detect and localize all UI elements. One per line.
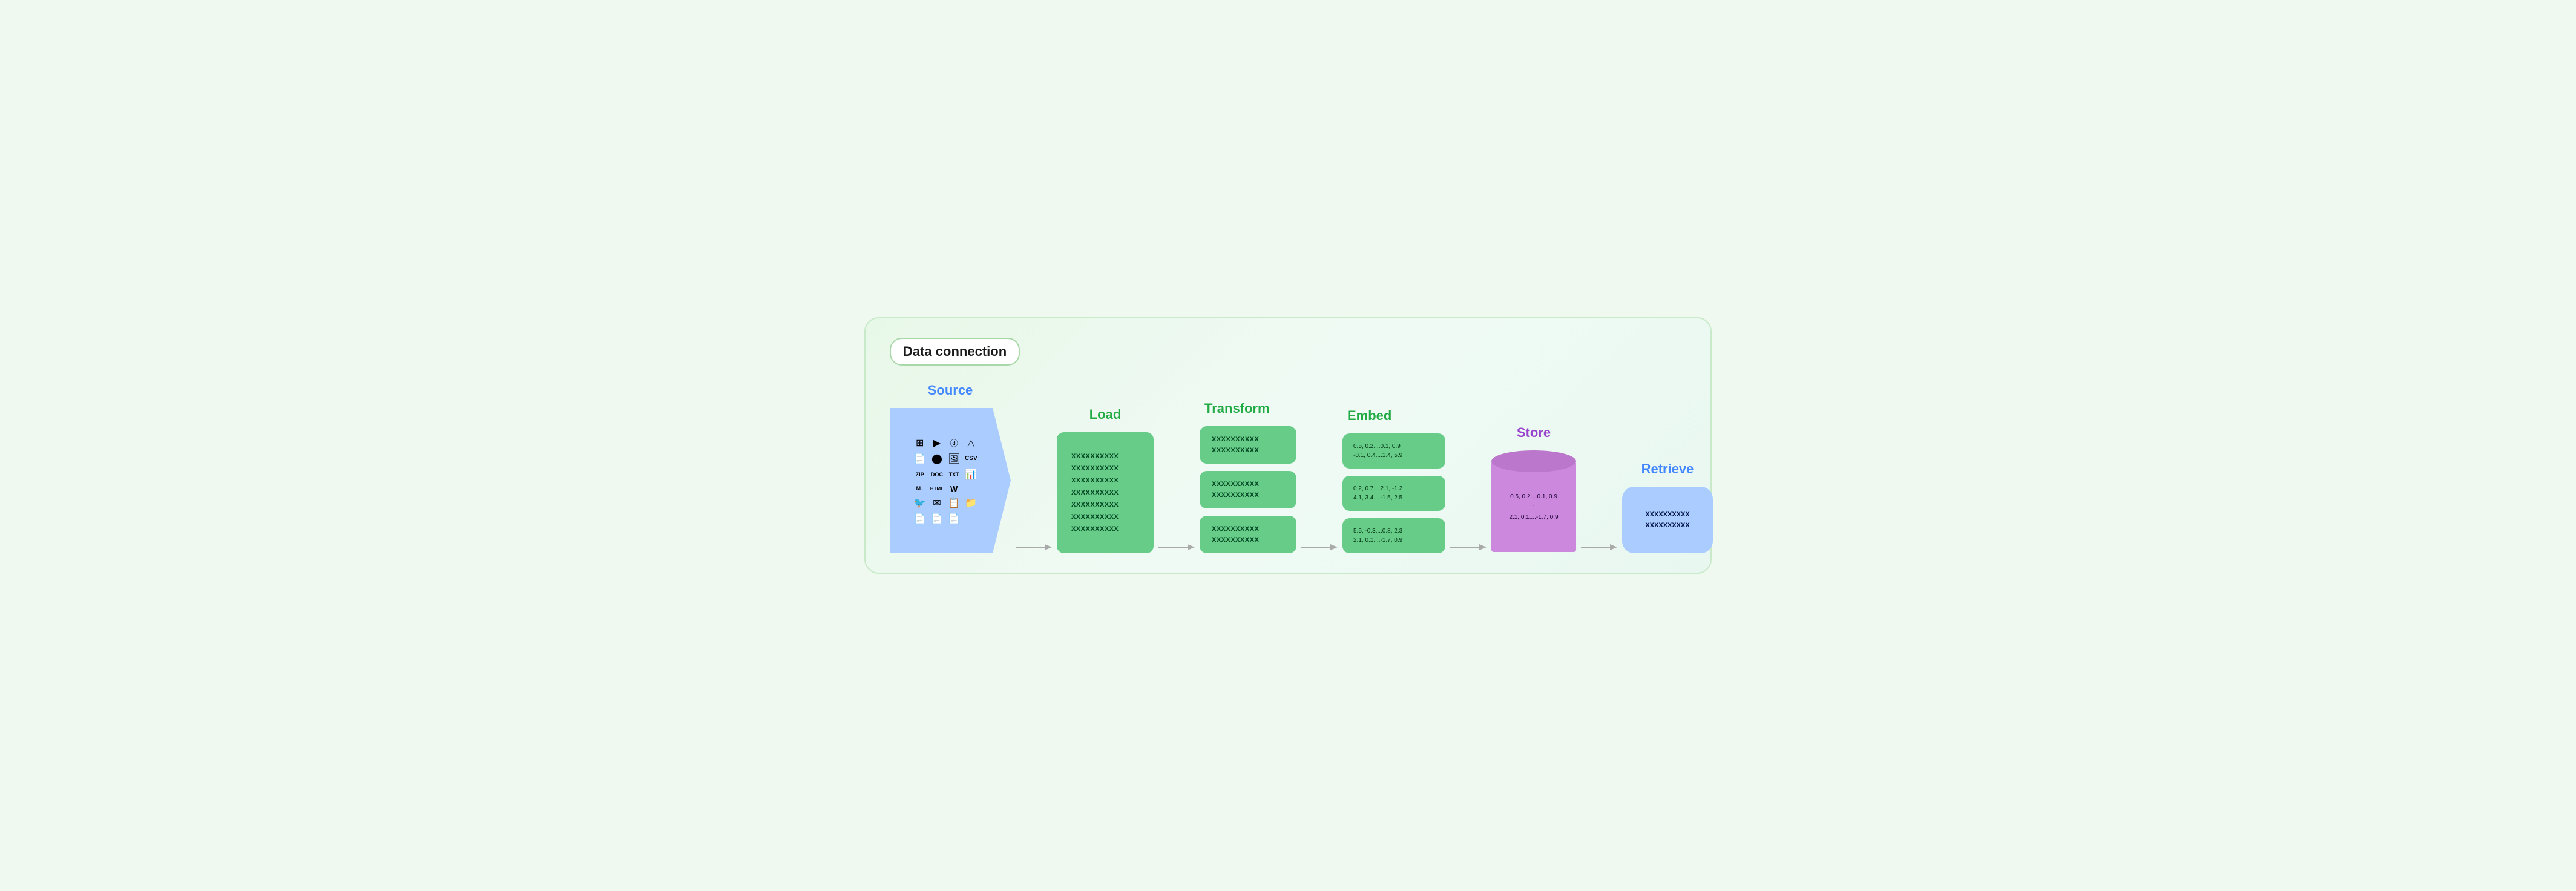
transform-box-2: XXXXXXXXXX XXXXXXXXXX — [1200, 471, 1296, 508]
load-line-1: XXXXXXXXXX — [1071, 453, 1139, 460]
t3-line1: XXXXXXXXXX — [1212, 525, 1284, 533]
icon-empty — [964, 484, 978, 493]
e1-line1: 0.5, 0.2....0.1, 0.9 — [1353, 443, 1434, 450]
transform-label: Transform — [1204, 401, 1270, 416]
icon-txt: TXT — [947, 469, 961, 481]
icon-twitter: 🐦 — [913, 497, 927, 509]
arrow-1 — [1011, 541, 1057, 553]
transform-box-3: XXXXXXXXXX XXXXXXXXXX — [1200, 516, 1296, 553]
source-icons: ⊞ ▶ ⓓ △ 📄 ⬤ 🖼 CSV ZIP DOC TXT 📊 — [913, 437, 978, 525]
store-stage: Store 0.5, 0.2....0.1, 0.9 : 2.1, 0.1...… — [1491, 425, 1576, 553]
icon-grid: ⊞ — [913, 437, 927, 449]
icon-html: HTML — [930, 484, 944, 493]
icon-doc3: 📄 — [913, 513, 927, 525]
load-line-2: XXXXXXXXXX — [1071, 465, 1139, 472]
embed-box-3: 5.5, -0.3....0.8, 2.3 2.1, 0.1....-1.7, … — [1342, 518, 1445, 553]
title-badge: Data connection — [890, 338, 1020, 366]
embed-label: Embed — [1347, 408, 1392, 424]
cylinder-body: 0.5, 0.2....0.1, 0.9 : 2.1, 0.1....-1.7,… — [1491, 461, 1576, 552]
embed-box-1: 0.5, 0.2....0.1, 0.9 -0.1, 0.4....1.4, 5… — [1342, 433, 1445, 469]
store-line2: 2.1, 0.1....-1.7, 0.9 — [1509, 514, 1558, 521]
load-line-7: XXXXXXXXXX — [1071, 525, 1139, 533]
icon-wiki: W — [947, 484, 961, 493]
retrieve-stage: Retrieve XXXXXXXXXX XXXXXXXXXX — [1622, 461, 1713, 553]
icon-csv: CSV — [964, 453, 978, 465]
arrow-5 — [1576, 541, 1622, 553]
t1-line1: XXXXXXXXXX — [1212, 436, 1284, 443]
t1-line2: XXXXXXXXXX — [1212, 447, 1284, 454]
load-line-5: XXXXXXXXXX — [1071, 501, 1139, 508]
e2-line1: 0.2, 0.7....2.1, -1.2 — [1353, 485, 1434, 492]
e1-line2: -0.1, 0.4....1.4, 5.9 — [1353, 452, 1434, 459]
transform-stage: Transform XXXXXXXXXX XXXXXXXXXX XXXXXXXX… — [1200, 401, 1296, 553]
embed-col: 0.5, 0.2....0.1, 0.9 -0.1, 0.4....1.4, 5… — [1342, 433, 1445, 553]
store-colon: : — [1533, 504, 1535, 510]
transform-col: XXXXXXXXXX XXXXXXXXXX XXXXXXXXXX XXXXXXX… — [1200, 426, 1296, 553]
icon-discord: ⓓ — [947, 437, 961, 449]
icon-zip: ZIP — [913, 469, 927, 481]
source-stage: Source ⊞ ▶ ⓓ △ 📄 ⬤ 🖼 CSV ZIP — [890, 383, 1011, 553]
arrow-3 — [1296, 541, 1342, 553]
e2-line2: 4.1, 3.4....-1.5, 2.5 — [1353, 495, 1434, 501]
r-line2: XXXXXXXXXX — [1645, 522, 1689, 529]
icon-ppt: 📊 — [964, 469, 978, 481]
icon-image: 🖼 — [947, 453, 961, 465]
retrieve-shape: XXXXXXXXXX XXXXXXXXXX — [1622, 487, 1713, 553]
icon-notion: 📋 — [947, 497, 961, 509]
store-label: Store — [1517, 425, 1551, 441]
load-line-3: XXXXXXXXXX — [1071, 477, 1139, 484]
arrow-4 — [1445, 541, 1491, 553]
store-cylinder: 0.5, 0.2....0.1, 0.9 : 2.1, 0.1....-1.7,… — [1491, 450, 1576, 553]
t2-line1: XXXXXXXXXX — [1212, 481, 1284, 488]
source-shape: ⊞ ▶ ⓓ △ 📄 ⬤ 🖼 CSV ZIP DOC TXT 📊 — [890, 408, 1011, 553]
icon-doc: 📄 — [913, 453, 927, 465]
load-stage: Load XXXXXXXXXX XXXXXXXXXX XXXXXXXXXX XX… — [1057, 407, 1154, 553]
load-box: XXXXXXXXXX XXXXXXXXXX XXXXXXXXXX XXXXXXX… — [1057, 432, 1154, 553]
icon-doc5: 📄 — [947, 513, 961, 525]
arrow-2 — [1154, 541, 1200, 553]
icon-doc4: 📄 — [930, 513, 944, 525]
icon-empty2 — [964, 513, 978, 525]
source-label: Source — [928, 383, 973, 398]
store-line1: 0.5, 0.2....0.1, 0.9 — [1510, 493, 1557, 500]
embed-box-2: 0.2, 0.7....2.1, -1.2 4.1, 3.4....-1.5, … — [1342, 476, 1445, 511]
t2-line2: XXXXXXXXXX — [1212, 492, 1284, 499]
embed-stage: Embed 0.5, 0.2....0.1, 0.9 -0.1, 0.4....… — [1342, 408, 1445, 553]
diagram-title: Data connection — [903, 344, 1007, 359]
icon-folder: 📁 — [964, 497, 978, 509]
diagram-container: Data connection Source ⊞ ▶ ⓓ △ 📄 ⬤ — [864, 317, 1712, 574]
icon-video: ▶ — [930, 437, 944, 449]
e3-line2: 2.1, 0.1....-1.7, 0.9 — [1353, 537, 1434, 544]
icon-md: M↓ — [913, 484, 927, 493]
e3-line1: 5.5, -0.3....0.8, 2.3 — [1353, 528, 1434, 534]
icon-triangle: △ — [964, 437, 978, 449]
retrieve-label: Retrieve — [1641, 461, 1694, 477]
load-line-4: XXXXXXXXXX — [1071, 489, 1139, 496]
icon-github: ⬤ — [930, 453, 944, 465]
icon-doc2: DOC — [930, 469, 944, 481]
transform-box-1: XXXXXXXXXX XXXXXXXXXX — [1200, 426, 1296, 464]
icon-email: ✉ — [930, 497, 944, 509]
t3-line2: XXXXXXXXXX — [1212, 536, 1284, 544]
cylinder-top — [1491, 450, 1576, 472]
r-line1: XXXXXXXXXX — [1645, 511, 1689, 518]
load-line-6: XXXXXXXXXX — [1071, 513, 1139, 521]
load-label: Load — [1089, 407, 1122, 422]
